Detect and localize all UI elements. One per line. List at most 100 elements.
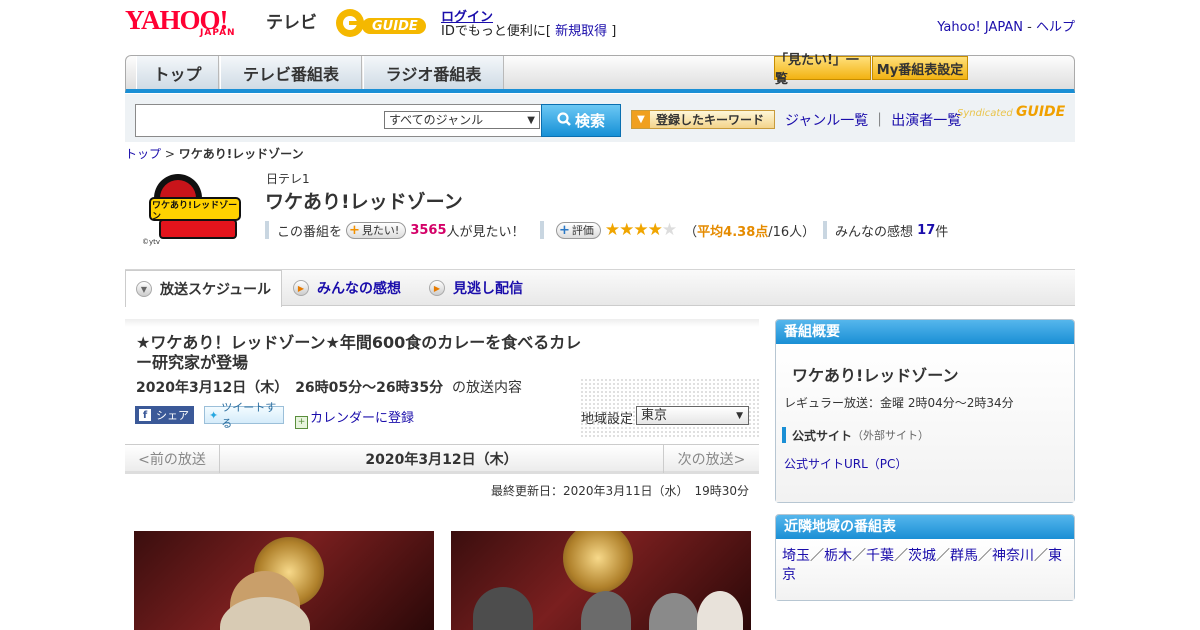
nearby-schedules-box: 近隣地域の番組表 埼玉／栃木／千葉／茨城／群馬／神奈川／東京	[775, 514, 1075, 601]
star-icon: ★	[647, 220, 663, 240]
twitter-bird-icon: ✦	[209, 408, 219, 422]
gguide-logo: GUIDE	[334, 6, 430, 40]
prev-broadcast-button[interactable]: <前の放送	[125, 445, 220, 473]
region-select[interactable]: 東京 ▼	[636, 406, 749, 425]
breadcrumb: トップ > ワケあり!レッドゾーン	[125, 145, 304, 162]
region-link-ibaraki[interactable]: 茨城	[908, 548, 936, 564]
rate-button-label: 評価	[571, 224, 594, 237]
mitai-button[interactable]: + 見たい!	[346, 221, 407, 239]
facebook-icon: f	[139, 409, 151, 421]
calendar-register-link[interactable]: カレンダーに登録	[310, 411, 414, 426]
tab-impressions-label[interactable]: みんなの感想	[317, 278, 401, 298]
region-link-kanagawa[interactable]: 神奈川	[992, 548, 1034, 564]
channel-name: 日テレ1	[266, 172, 310, 186]
rate-button[interactable]: + 評価	[556, 221, 601, 239]
photo-person	[581, 591, 631, 630]
region-select-value: 東京	[641, 408, 668, 423]
search-button[interactable]: 検索	[541, 104, 621, 137]
rating-avg-post: /16人）	[768, 224, 816, 240]
region-label: 地域設定	[581, 412, 634, 427]
genre-links: ジャンル一覧 ｜ 出演者一覧	[785, 110, 961, 130]
regular-broadcast: レギュラー放送：金曜 2時04分～2時34分	[784, 396, 1014, 410]
next-broadcast-button[interactable]: 次の放送>	[663, 445, 759, 473]
chevron-down-circle-icon: ▼	[136, 281, 152, 297]
mitai-meta: この番組を + 見たい! 3565 人が見たい！	[265, 221, 525, 240]
program-logo-copyright: ©ytv	[142, 238, 161, 246]
episode-photo	[451, 531, 751, 630]
star-icon: ★	[604, 220, 620, 240]
episode-photo	[134, 531, 434, 630]
region-link-tochigi[interactable]: 栃木	[824, 548, 852, 564]
impressions-meta: みんなの感想 17 件	[823, 221, 949, 240]
photo-person	[697, 591, 743, 630]
official-site-link[interactable]: 公式サイトURL（PC）	[784, 455, 907, 472]
nearby-schedules-heading: 近隣地域の番組表	[776, 515, 1074, 539]
star-icon: ★	[633, 220, 648, 240]
impressions-suffix: 件	[935, 224, 949, 240]
yahoo-japan-link[interactable]: Yahoo! JAPAN	[937, 20, 1023, 35]
mitai-count: 3565	[410, 222, 447, 238]
tab-streaming[interactable]: ▶ 見逃し配信	[429, 270, 523, 306]
star-empty-icon: ★	[661, 220, 677, 240]
tab-impressions[interactable]: ▶ みんなの感想	[293, 270, 401, 306]
chevron-down-icon: ▼	[736, 411, 743, 421]
registered-keywords-button[interactable]: ▼ 登録したキーワード	[631, 110, 775, 129]
main-nav: トップ テレビ番組表 ラジオ番組表 「見たい!」一覧 My番組表設定	[125, 53, 1075, 93]
mitai-button-label: 見たい!	[361, 224, 400, 237]
program-title: ワケあり!レッドゾーン	[265, 191, 463, 213]
official-site-note: （外部サイト）	[852, 429, 930, 442]
help-link[interactable]: ヘルプ	[1036, 20, 1075, 35]
registered-keywords-label: 登録したキーワード	[656, 113, 765, 127]
region-link-gunma[interactable]: 群馬	[950, 548, 978, 564]
rating-average: 平均4.38点	[697, 224, 769, 240]
chevron-down-icon: ▼	[527, 115, 535, 126]
chevron-right-circle-icon: ▶	[429, 280, 445, 296]
air-time-value: 2020年3月12日（木） 26時05分～26時35分	[136, 380, 444, 396]
program-overview-box: 番組概要 ワケあり!レッドゾーン レギュラー放送：金曜 2時04分～2時34分 …	[775, 319, 1075, 503]
top-right-sep: -	[1023, 20, 1036, 35]
air-time-suffix: の放送内容	[452, 380, 523, 396]
rating-stars: ★★★★★	[604, 220, 677, 240]
mitai-list-button[interactable]: 「見たい!」一覧	[774, 53, 871, 87]
breadcrumb-current: ワケあり!レッドゾーン	[178, 147, 304, 161]
official-site-label: 公式サイト	[792, 428, 853, 443]
genre-list-link[interactable]: ジャンル一覧	[785, 113, 868, 129]
nav-tab-tv[interactable]: テレビ番組表	[220, 56, 362, 89]
tab-schedule-label: 放送スケジュール	[160, 282, 272, 298]
tweet-button[interactable]: ✦ ツイートする	[204, 401, 284, 430]
nav-tab-radio[interactable]: ラジオ番組表	[363, 56, 504, 89]
my-schedule-settings-button[interactable]: My番組表設定	[872, 56, 968, 80]
program-tabs: ▼ 放送スケジュール ▶ みんなの感想 ▶ 見逃し配信	[125, 269, 1075, 307]
this-program-label: この番組を	[277, 224, 343, 240]
login-sub-post: ]	[611, 24, 617, 39]
episode-card-top	[125, 319, 759, 327]
facebook-share-button[interactable]: f シェア	[135, 406, 194, 424]
region-link-chiba[interactable]: 千葉	[866, 548, 894, 564]
breadcrumb-sep: >	[161, 147, 179, 161]
impressions-label: みんなの感想	[835, 224, 914, 240]
genre-select-value: すべてのジャンル	[389, 113, 484, 127]
rating-meta: + 評価 ★★★★★ （平均4.38点/16人）	[540, 220, 816, 240]
tab-streaming-label[interactable]: 見逃し配信	[453, 278, 523, 298]
tab-schedule[interactable]: ▼ 放送スケジュール	[125, 270, 282, 307]
program-logo-caption: ワケあり!レッドゾーン	[152, 201, 238, 222]
chevron-right-circle-icon: ▶	[293, 280, 309, 296]
yahoo-logo-japan: JAPAN	[200, 28, 236, 38]
impressions-count-link[interactable]: 17	[917, 223, 935, 238]
plus-icon: +	[349, 222, 360, 238]
search-icon	[557, 111, 571, 130]
tweet-label: ツイートする	[221, 401, 277, 430]
performers-list-link[interactable]: 出演者一覧	[891, 113, 961, 129]
breadcrumb-top-link[interactable]: トップ	[125, 147, 161, 161]
calendar-register[interactable]: + カレンダーに登録	[295, 407, 414, 429]
last-updated: 最終更新日：2020年3月11日（水） 19時30分	[491, 484, 749, 498]
nav-tab-top[interactable]: トップ	[136, 56, 219, 89]
pager-date: 2020年3月12日（木）	[365, 452, 518, 468]
tv-logo-label[interactable]: テレビ	[266, 8, 317, 33]
broadcast-pager: <前の放送 2020年3月12日（木） 次の放送>	[125, 444, 759, 474]
mitai-suffix: 人が見たい！	[446, 224, 525, 240]
genre-select[interactable]: すべてのジャンル ▼	[384, 111, 540, 129]
signup-link[interactable]: 新規取得	[555, 24, 607, 39]
region-link-saitama[interactable]: 埼玉	[782, 548, 810, 564]
episode-title: ★ワケあり！レッドゾーン★年間600食のカレーを食べるカレー研究家が登場	[136, 333, 582, 372]
